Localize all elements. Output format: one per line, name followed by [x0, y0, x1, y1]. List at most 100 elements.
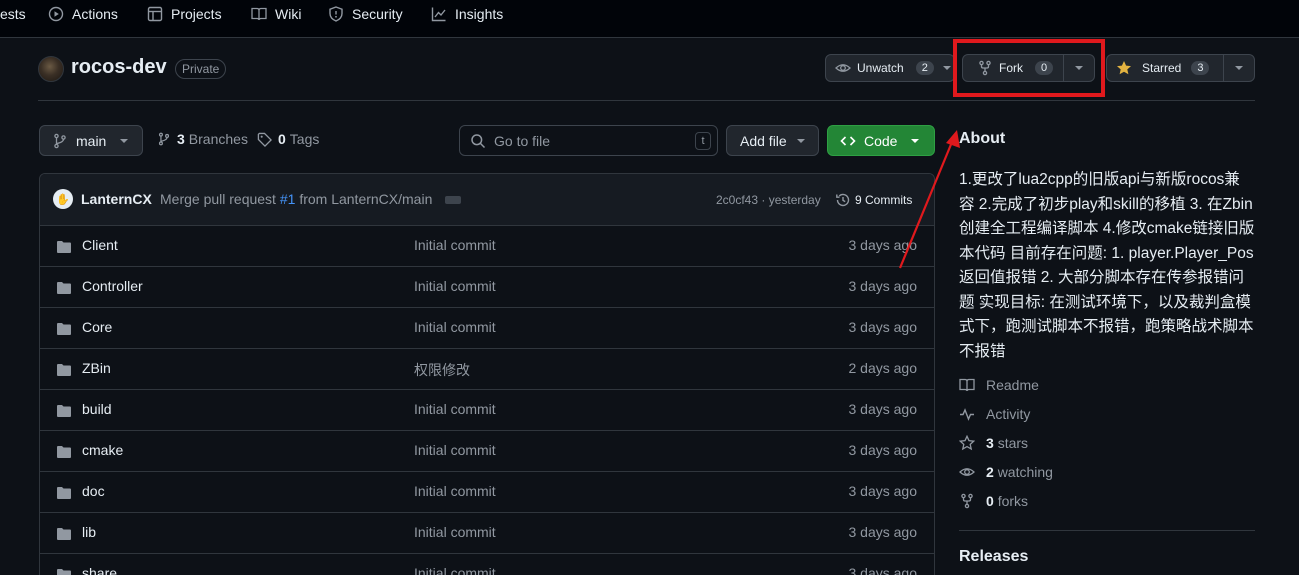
readme-label: Readme [986, 377, 1039, 393]
watching-link[interactable]: 2 watching [959, 464, 1053, 480]
file-name[interactable]: Client [82, 237, 118, 253]
file-commit-message[interactable]: 权限修改 [414, 360, 470, 380]
owner-avatar[interactable] [38, 56, 64, 82]
file-commit-message[interactable]: Initial commit [414, 401, 496, 417]
commit-author[interactable]: LanternCX [81, 191, 152, 207]
commit-hash-time[interactable]: 2c0cf43 · yesterday [716, 193, 821, 207]
history-icon [835, 192, 851, 208]
nav-tab-security[interactable]: Security [328, 0, 403, 28]
commits-link[interactable]: 9 Commits [835, 192, 912, 208]
folder-icon [56, 526, 72, 542]
file-date: 3 days ago [848, 483, 918, 499]
file-row[interactable]: Core Initial commit 3 days ago [40, 308, 934, 349]
starred-button[interactable]: Starred 3 [1106, 54, 1255, 82]
file-commit-message[interactable]: Initial commit [414, 442, 496, 458]
code-icon [840, 133, 856, 149]
search-placeholder: Go to file [494, 132, 551, 149]
nav-tab-projects[interactable]: Projects [147, 0, 222, 28]
forks-count: 0 [986, 493, 994, 509]
search-icon [470, 133, 486, 149]
file-date: 2 days ago [848, 360, 918, 376]
repo-nav: ests Actions Projects Wiki Security Insi… [0, 0, 1299, 38]
star-filled-icon [1116, 60, 1132, 76]
file-name[interactable]: lib [82, 524, 96, 540]
file-row[interactable]: share Initial commit 3 days ago [40, 554, 934, 575]
add-file-button[interactable]: Add file [726, 125, 819, 156]
nav-tab-actions[interactable]: Actions [48, 0, 118, 28]
branches-count: 3 [177, 131, 185, 147]
file-name[interactable]: ZBin [82, 360, 111, 376]
file-date: 3 days ago [848, 319, 918, 335]
file-row[interactable]: cmake Initial commit 3 days ago [40, 431, 934, 472]
chevron-down-icon [796, 138, 805, 143]
file-commit-message[interactable]: Initial commit [414, 237, 496, 253]
star-count: 3 [1191, 61, 1210, 75]
commit-message-text: Merge pull request [160, 191, 276, 207]
activity-link[interactable]: Activity [959, 406, 1030, 422]
nav-tab-wiki[interactable]: Wiki [251, 0, 301, 28]
forks-label: forks [997, 493, 1029, 509]
file-commit-message[interactable]: Initial commit [414, 483, 496, 499]
branch-name: main [76, 132, 107, 149]
chevron-down-icon [120, 138, 129, 143]
file-name[interactable]: doc [82, 483, 105, 499]
watching-count: 2 [986, 464, 994, 480]
forks-link[interactable]: 0 forks [959, 493, 1028, 509]
starred-dropdown[interactable] [1224, 55, 1254, 81]
nav-tab-tests[interactable]: ests [0, 0, 26, 28]
commit-message[interactable]: Merge pull request #1 from LanternCX/mai… [160, 191, 432, 207]
branch-selector[interactable]: main [39, 125, 143, 156]
commits-count: 9 Commits [855, 193, 913, 207]
file-commit-message[interactable]: Initial commit [414, 278, 496, 294]
file-name[interactable]: cmake [82, 442, 123, 458]
file-name[interactable]: Core [82, 319, 112, 335]
file-row[interactable]: Controller Initial commit 3 days ago [40, 267, 934, 308]
file-row[interactable]: lib Initial commit 3 days ago [40, 513, 934, 554]
fork-icon [959, 493, 975, 509]
file-date: 3 days ago [848, 442, 918, 458]
file-row[interactable]: build Initial commit 3 days ago [40, 390, 934, 431]
branches-link[interactable]: 3 Branches [157, 131, 248, 147]
tags-link[interactable]: 0 Tags [257, 131, 319, 147]
commit-message-text: from LanternCX/main [299, 191, 433, 207]
file-name[interactable]: share [82, 565, 117, 575]
annotation-highlight-box [953, 39, 1105, 97]
watch-count: 2 [915, 61, 934, 75]
file-name[interactable]: build [82, 401, 112, 417]
pull-request-link[interactable]: #1 [280, 191, 296, 207]
folder-icon [56, 239, 72, 255]
starred-label: Starred [1142, 61, 1182, 75]
latest-commit-bar: ✋ LanternCX Merge pull request #1 from L… [40, 174, 934, 226]
tags-label: Tags [289, 131, 320, 147]
folder-icon [56, 280, 72, 296]
file-row[interactable]: doc Initial commit 3 days ago [40, 472, 934, 513]
nav-tab-insights[interactable]: Insights [431, 0, 503, 28]
stars-link[interactable]: 3 stars [959, 435, 1028, 451]
chevron-down-icon [1235, 66, 1243, 70]
folder-icon [56, 403, 72, 419]
file-commit-message[interactable]: Initial commit [414, 319, 496, 335]
unwatch-button[interactable]: Unwatch 2 [825, 54, 955, 82]
pulse-icon [959, 406, 975, 422]
table-icon [147, 6, 163, 22]
file-table: ✋ LanternCX Merge pull request #1 from L… [39, 173, 935, 575]
ellipsis-icon[interactable] [445, 196, 461, 204]
nav-tab-label: Wiki [275, 6, 302, 22]
code-button[interactable]: Code [827, 125, 935, 156]
chevron-down-icon[interactable] [942, 66, 951, 70]
file-row[interactable]: ZBin 权限修改 2 days ago [40, 349, 934, 390]
file-row[interactable]: Client Initial commit 3 days ago [40, 226, 934, 267]
about-description: 1.更改了lua2cpp的旧版api与新版rocos兼容 2.完成了初步play… [959, 171, 1255, 360]
file-commit-message[interactable]: Initial commit [414, 524, 496, 540]
file-date: 3 days ago [848, 524, 918, 540]
readme-link[interactable]: Readme [959, 377, 1039, 393]
go-to-file-input[interactable]: Go to file t [459, 125, 718, 156]
activity-label: Activity [986, 406, 1031, 422]
file-date: 3 days ago [848, 237, 918, 253]
file-name[interactable]: Controller [82, 278, 143, 294]
stars-count: 3 [986, 435, 994, 451]
releases-heading[interactable]: Releases [959, 548, 1028, 566]
commit-author-avatar[interactable]: ✋ [53, 189, 73, 209]
repo-name[interactable]: rocos-dev [71, 56, 167, 79]
file-commit-message[interactable]: Initial commit [414, 565, 496, 575]
